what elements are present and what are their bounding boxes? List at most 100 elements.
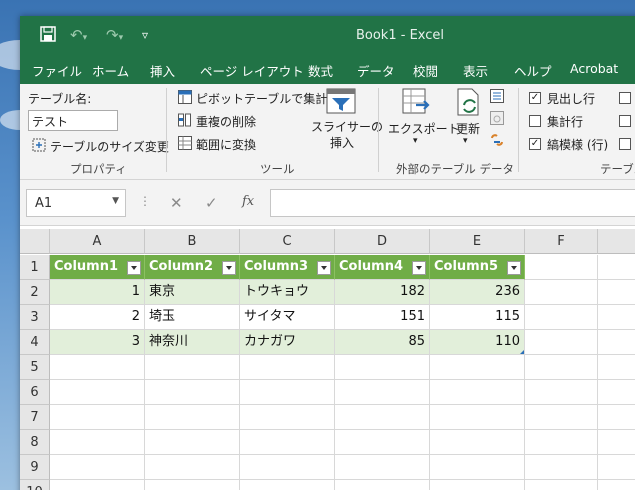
cell[interactable] (525, 430, 598, 455)
enter-icon[interactable]: ✓ (205, 194, 218, 212)
cell[interactable] (430, 430, 525, 455)
first-column-checkbox[interactable] (619, 92, 631, 104)
table-cell[interactable]: 236 (430, 280, 525, 305)
properties-icon[interactable] (490, 88, 504, 107)
cell[interactable] (145, 430, 240, 455)
cell[interactable] (598, 305, 635, 330)
cell[interactable] (145, 380, 240, 405)
cell[interactable] (598, 355, 635, 380)
cell[interactable] (598, 405, 635, 430)
last-column-checkbox[interactable] (619, 115, 631, 127)
cell[interactable] (240, 405, 335, 430)
cell[interactable] (598, 455, 635, 480)
table-header-cell[interactable]: Column1 (50, 255, 145, 280)
filter-dropdown-icon[interactable] (507, 261, 521, 275)
open-in-browser-icon[interactable] (490, 110, 504, 129)
resize-table-button[interactable]: テーブルのサイズ変更 (50, 138, 169, 155)
cell[interactable] (335, 380, 430, 405)
tab-acrobat[interactable]: Acrobat (570, 61, 618, 76)
row-header-9[interactable]: 9 (20, 455, 50, 480)
cell[interactable] (598, 280, 635, 305)
tab-insert[interactable]: 挿入 (150, 61, 175, 80)
table-header-cell[interactable]: Column2 (145, 255, 240, 280)
tab-home[interactable]: ホーム (92, 61, 129, 80)
tab-data[interactable]: データ (357, 61, 395, 80)
table-header-cell[interactable]: Column4 (335, 255, 430, 280)
cell[interactable] (240, 455, 335, 480)
column-header-d[interactable]: D (335, 229, 430, 254)
table-cell[interactable]: 1 (50, 280, 145, 305)
cell[interactable] (335, 430, 430, 455)
table-cell[interactable]: トウキョウ (240, 280, 335, 305)
cell[interactable] (335, 355, 430, 380)
cell[interactable] (145, 480, 240, 490)
row-header-6[interactable]: 6 (20, 380, 50, 405)
table-header-cell[interactable]: Column3 (240, 255, 335, 280)
column-header-e[interactable]: E (430, 229, 525, 254)
cell[interactable] (525, 380, 598, 405)
row-header-2[interactable]: 2 (20, 280, 50, 305)
cell[interactable] (598, 380, 635, 405)
table-cell[interactable]: 151 (335, 305, 430, 330)
cell[interactable] (335, 405, 430, 430)
select-all-corner[interactable] (20, 229, 50, 254)
cell[interactable] (598, 330, 635, 355)
cell[interactable] (335, 480, 430, 490)
banded-rows-checkbox[interactable]: ✓ (529, 138, 541, 150)
table-cell[interactable]: 85 (335, 330, 430, 355)
cell[interactable] (240, 480, 335, 490)
convert-to-range-button[interactable]: 範囲に変換 (196, 136, 256, 153)
cell[interactable] (525, 405, 598, 430)
cell[interactable] (145, 405, 240, 430)
banded-columns-checkbox[interactable] (619, 138, 631, 150)
name-box-dropdown-icon[interactable]: ▼ (112, 196, 119, 206)
column-header-b[interactable]: B (145, 229, 240, 254)
cell[interactable] (525, 480, 598, 490)
cell[interactable] (598, 430, 635, 455)
cell[interactable] (50, 405, 145, 430)
table-cell[interactable]: 115 (430, 305, 525, 330)
remove-duplicates-button[interactable]: 重複の削除 (196, 113, 256, 130)
tab-file[interactable]: ファイル (32, 61, 82, 80)
row-header-7[interactable]: 7 (20, 405, 50, 430)
cell[interactable] (598, 255, 635, 280)
pivot-summary-button[interactable]: ピボットテーブルで集計 (196, 90, 327, 107)
column-header-g[interactable]: G (598, 229, 635, 254)
cell[interactable] (430, 480, 525, 490)
row-header-8[interactable]: 8 (20, 430, 50, 455)
header-row-checkbox[interactable]: ✓ (529, 92, 541, 104)
row-header-3[interactable]: 3 (20, 305, 50, 330)
cell[interactable] (430, 455, 525, 480)
cell[interactable] (430, 355, 525, 380)
row-header-5[interactable]: 5 (20, 355, 50, 380)
cell[interactable] (430, 380, 525, 405)
unlink-icon[interactable] (490, 132, 504, 151)
tab-review[interactable]: 校閲 (413, 61, 438, 80)
table-header-cell[interactable]: Column5 (430, 255, 525, 280)
export-dropdown-icon[interactable]: ▾ (413, 136, 418, 146)
table-cell[interactable]: 埼玉 (145, 305, 240, 330)
cancel-icon[interactable]: ✕ (170, 194, 183, 212)
cell[interactable] (598, 480, 635, 490)
tab-view[interactable]: 表示 (463, 61, 488, 80)
cell[interactable] (525, 330, 598, 355)
filter-dropdown-icon[interactable] (127, 261, 141, 275)
cell[interactable] (525, 305, 598, 330)
cell[interactable] (50, 455, 145, 480)
table-cell[interactable]: 東京 (145, 280, 240, 305)
column-header-f[interactable]: F (525, 229, 598, 254)
table-cell[interactable]: 3 (50, 330, 145, 355)
column-header-c[interactable]: C (240, 229, 335, 254)
cell[interactable] (50, 430, 145, 455)
cell[interactable] (240, 355, 335, 380)
cell[interactable] (240, 430, 335, 455)
tab-page-layout[interactable]: ページ レイアウト (200, 61, 304, 80)
cell[interactable] (50, 480, 145, 490)
refresh-dropdown-icon[interactable]: ▾ (463, 136, 468, 146)
insert-slicer-button[interactable]: スライサーの (311, 118, 383, 135)
table-resize-handle-icon[interactable] (520, 350, 524, 354)
cell[interactable] (525, 280, 598, 305)
row-header-10[interactable]: 10 (20, 480, 50, 490)
cell[interactable] (50, 380, 145, 405)
cell[interactable] (335, 455, 430, 480)
